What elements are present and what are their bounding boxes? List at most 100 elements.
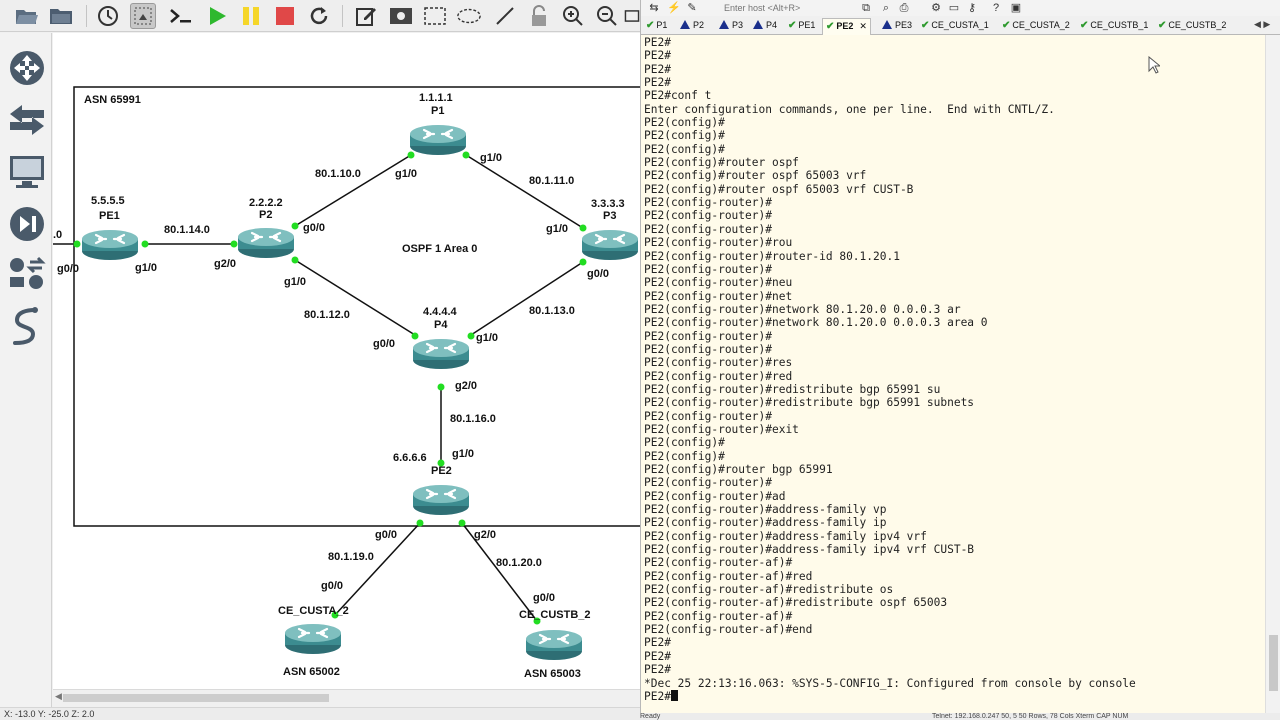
terminal-lines: PE2# PE2# PE2# PE2# PE2#conf t Enter con… [644,36,1136,690]
reload-icon[interactable] [306,3,332,29]
host-input[interactable] [724,1,844,14]
scrollbar-thumb[interactable] [1269,635,1278,691]
interface-label: g0/0 [57,263,79,275]
stop-icon[interactable] [272,3,298,29]
router-p2[interactable] [236,226,296,260]
session-tab-pe1[interactable]: ✔ PE1 [785,18,818,35]
ce-custb-2-name-label: CE_CUSTB_2 [519,609,591,621]
session-tab-p3[interactable]: P3 [716,18,746,35]
link-p1-p3[interactable] [465,154,584,229]
subnet-label: 80.1.12.0 [304,309,350,321]
add-link-icon[interactable] [8,307,46,345]
routers-icon[interactable] [8,49,46,87]
help-icon[interactable]: ? [989,1,1003,15]
close-tab-icon[interactable]: ✕ [859,21,867,31]
router-p3[interactable] [580,228,640,262]
copy-icon[interactable]: ⧉ [859,1,873,15]
image-icon[interactable]: ▣ [1009,1,1023,15]
p3-name-label: P3 [603,210,616,222]
p4-loopback-label: 4.4.4.4 [423,306,458,318]
router-pe2[interactable] [411,483,471,517]
session-tab-ce-custb-2[interactable]: ✔ CE_CUSTB_2 [1155,18,1229,35]
interface-label: g1/0 [284,276,306,288]
link-p2-p4[interactable] [294,259,416,336]
settings-icon[interactable]: ⚙ [929,1,943,15]
terminal-vertical-scrollbar[interactable] [1265,35,1280,713]
zoom-out-icon[interactable] [594,3,620,29]
all-devices-icon[interactable] [8,255,46,293]
router-ce-custb-2[interactable] [524,628,584,662]
scroll-left-icon[interactable]: ◀ [55,691,62,702]
tab-label: PE1 [798,20,816,30]
terminal-line: PE2(config-router)# [644,222,772,236]
canvas-horizontal-scrollbar[interactable]: ◀ [53,689,640,705]
terminal-line: PE2(config-router)#address-family ipv4 v… [644,543,975,557]
rectangle-icon[interactable] [422,3,448,29]
session-tab-p4[interactable]: P4 [750,18,780,35]
end-devices-icon[interactable] [8,153,46,191]
session-tab-ce-custa-1[interactable]: ✔ CE_CUSTA_1 [918,18,992,35]
terminal-line: PE2(config-router)#net [644,289,793,303]
session-tab-p1[interactable]: ✔ P1 [643,18,670,35]
router-pe1[interactable] [80,228,140,262]
router-p4[interactable] [411,337,471,371]
lock-icon[interactable] [526,3,552,29]
terminal-prompt: PE2# [644,689,671,703]
terminal-line: PE2# [644,649,671,663]
scrollbar-thumb[interactable] [63,694,329,702]
clock-icon[interactable] [95,3,121,29]
interface-label: g1/0 [546,223,568,235]
play-icon[interactable] [204,3,230,29]
zoom-in-icon[interactable] [560,3,586,29]
terminal-line: PE2(config-router-af)# [644,556,793,570]
session-tab-ce-custa-2[interactable]: ✔ CE_CUSTA_2 [999,18,1073,35]
interface-label: g2/0 [455,380,477,392]
tab-label: PE3 [895,20,913,30]
mouse-pointer-icon [1148,56,1160,74]
interface-label: g1/0 [135,262,157,274]
session-tab-pe2[interactable]: ✔ PE2 ✕ [822,18,871,35]
tab-icon[interactable]: ▭ [947,1,961,15]
session-tab-pe3[interactable]: PE3 [879,18,915,35]
terminal-line: PE2#conf t [644,89,712,103]
key-icon[interactable]: ⚷ [965,1,979,15]
switches-icon[interactable] [8,101,46,139]
security-devices-icon[interactable] [8,205,46,243]
router-p1[interactable] [408,123,468,157]
router-ce-custa-2[interactable] [283,622,343,656]
screenshot-icon[interactable] [130,3,156,29]
subnet-label: 80.1.14.0 [164,224,210,236]
terminal-output[interactable]: PE2# PE2# PE2# PE2# PE2#conf t Enter con… [640,35,1265,713]
subnet-label: 80.1.11.0 [529,175,574,187]
terminal-line: PE2# [644,636,671,650]
image-icon[interactable] [388,3,414,29]
session-tab-ce-custb-1[interactable]: ✔ CE_CUSTB_1 [1077,18,1151,35]
ospf-area-label: OSPF 1 Area 0 [402,243,477,255]
edit-icon[interactable]: ✎ [685,1,699,15]
check-icon: ✔ [788,20,797,31]
folder-open-icon[interactable] [14,3,40,29]
ellipse-icon[interactable] [456,3,482,29]
session-tab-p2[interactable]: P2 [677,18,707,35]
pe1-name-label: PE1 [99,210,120,222]
terminal-line: PE2(config-router)#redistribute bgp 6599… [644,396,975,410]
print-icon[interactable]: ⎙ [897,1,911,15]
note-icon[interactable] [353,3,379,29]
terminal-icon[interactable] [168,3,194,29]
gns3-toolbar [0,0,640,32]
line-icon[interactable] [492,3,518,29]
link-p3-p4[interactable] [470,261,584,336]
folder-icon[interactable] [48,3,74,29]
terminal-line: PE2(config-router)# [644,196,772,210]
terminal-line: PE2(config-router)#address-family ip [644,516,887,530]
lightning-icon[interactable]: ⚡ [667,1,681,15]
pause-icon[interactable] [238,3,264,29]
find-icon[interactable]: ⌕ [879,1,893,15]
terminal-line: PE2(config-router)#address-family vp [644,503,887,517]
snapshot-icon[interactable] [624,3,640,29]
tab-scroll-icon[interactable]: ◀ ▶ [1254,19,1270,30]
p1-name-label: P1 [431,105,444,117]
quick-connect-icon[interactable]: ⇆ [647,1,661,15]
topology-canvas[interactable]: ASN 65991 OSPF 1 Area 0 1.1.1.1 P1 2.2.2… [53,33,640,689]
link-p2-p1[interactable] [294,154,412,227]
